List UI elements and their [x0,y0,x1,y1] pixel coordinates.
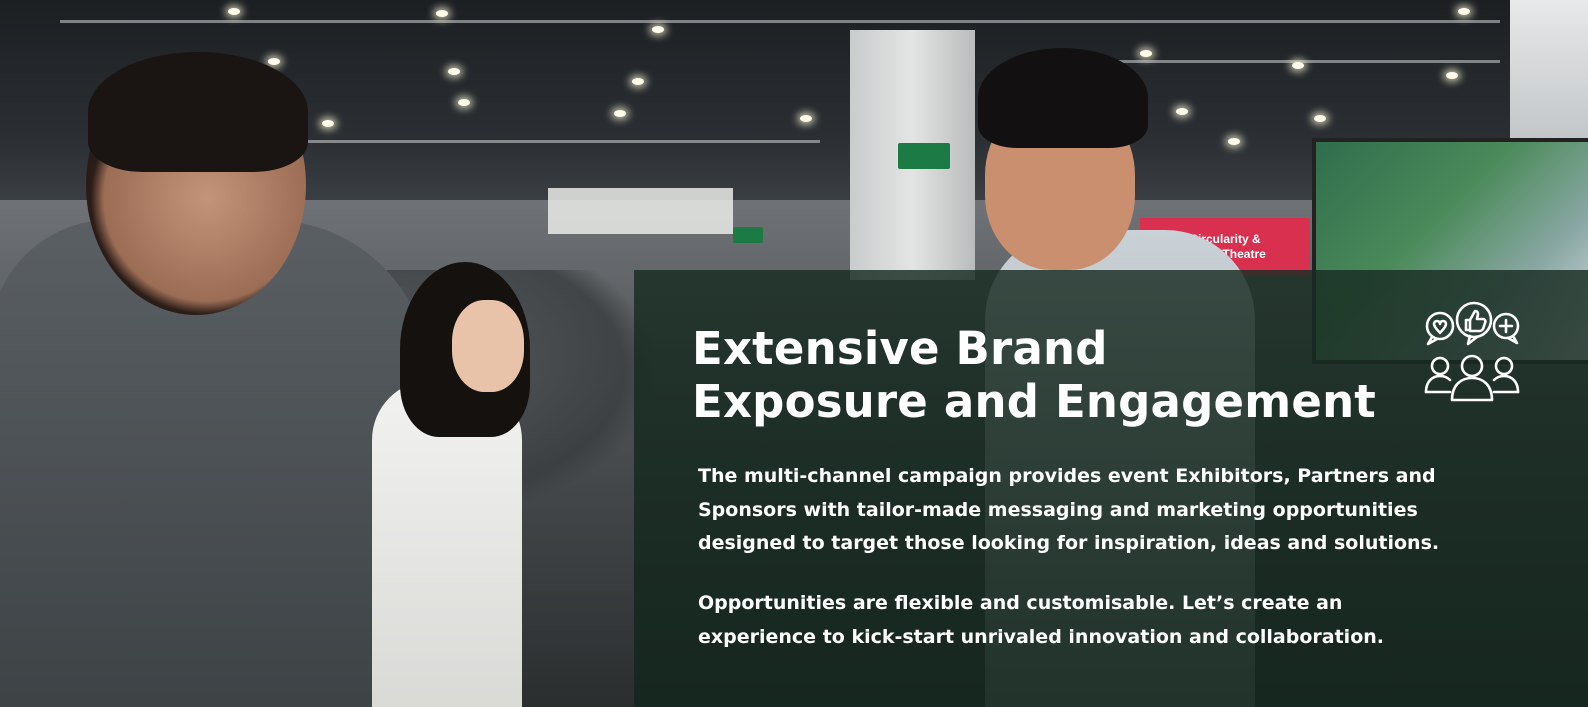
ceiling-light [1292,62,1304,69]
ceiling-light [1458,8,1470,15]
ceiling-beam [60,20,1500,23]
hero-paragraph-1-line1: The multi-channel campaign provides even… [698,465,1436,487]
ceiling-light [1228,138,1240,145]
hero-paragraph-1-line2: Sponsors with tailor-made messaging and … [698,498,1418,521]
visitor-hair [88,52,308,172]
wall-panel [1510,0,1588,140]
hero-paragraph-2-line2: experience to kick-start unrivaled innov… [698,625,1384,648]
hanging-banner [548,188,733,234]
ceiling-light [458,99,470,106]
ceiling-light [448,68,460,75]
ceiling-light [614,110,626,117]
ceiling-light [1446,72,1458,79]
hero-paragraph-2: Opportunities are flexible and customisa… [698,587,1458,654]
ceiling-light [322,120,334,127]
ceiling-light [268,58,280,65]
ceiling-light [800,115,812,122]
ceiling-light [652,26,664,33]
exit-sign [733,227,763,243]
hero-paragraph-1-line3: designed to target those looking for ins… [698,532,1440,554]
ceiling-light [1176,108,1188,115]
hero-title: Extensive Brand Exposure and Engagement [692,322,1452,428]
ceiling-light [228,8,240,15]
ceiling-light [632,78,644,85]
ceiling-light [1140,50,1152,57]
hero-paragraph-1: The multi-channel campaign provides even… [698,460,1528,561]
hero-section: Circularity & Waste Theatre Extensive Br… [0,0,1588,707]
community-engagement-icon [1424,301,1520,402]
exit-sign [898,143,950,169]
hero-title-line2: Exposure and Engagement [692,375,1377,428]
attendee-hair [978,48,1148,148]
ceiling-light [1314,115,1326,122]
exhibitor-face [452,300,524,392]
hero-paragraph-2-line1: Opportunities are flexible and customisa… [698,592,1343,614]
ceiling-beam [300,140,820,143]
hero-title-line1: Extensive Brand [692,322,1108,375]
ceiling-light [436,10,448,17]
